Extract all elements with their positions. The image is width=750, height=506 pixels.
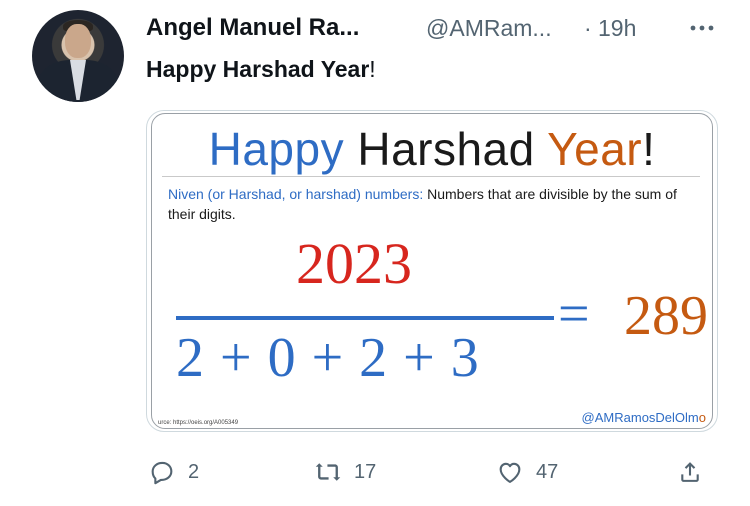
retweet-icon — [315, 463, 341, 481]
tweet-actions: 2 17 47 — [146, 452, 726, 492]
equals-sign: = — [558, 283, 590, 345]
tweet-time[interactable]: 19h — [598, 15, 636, 42]
avatar[interactable] — [32, 10, 124, 102]
slide-frame: Happy Harshad Year! Niven (or Harshad, o… — [151, 113, 713, 429]
result-value: 289 — [624, 285, 708, 347]
author-name[interactable]: Angel Manuel Ra... — [146, 14, 359, 42]
title-word-happy: Happy — [208, 123, 345, 175]
tweet-text: Happy Harshad Year! — [146, 56, 376, 83]
source-note: urce: https://oeis.org/A005349 — [158, 420, 239, 426]
title-word-harshad: Harshad — [357, 123, 535, 175]
credit-main: @AMRamosDelOlm — [581, 410, 699, 425]
tweet-header: Angel Manuel Ra... @AMRam... · 19h — [146, 10, 730, 46]
separator-dot: · — [584, 15, 592, 41]
reply-count: 2 — [188, 460, 200, 483]
share-icon — [681, 462, 699, 482]
title-divider — [162, 176, 700, 177]
retweet-count: 17 — [354, 460, 377, 483]
fraction-denominator: 2 + 0 + 2 + 3 — [176, 327, 479, 389]
credit-o: o — [698, 410, 706, 425]
reply-icon — [151, 461, 173, 485]
title-word-year: Year — [547, 123, 643, 175]
slide-title: Happy Harshad Year! — [152, 122, 712, 176]
share-button[interactable] — [676, 452, 704, 492]
heart-icon — [499, 462, 521, 483]
like-button[interactable]: 47 — [496, 452, 558, 492]
tweet-image[interactable]: Happy Harshad Year! Niven (or Harshad, o… — [146, 110, 718, 432]
fraction-numerator: 2023 — [296, 231, 412, 296]
retweet-button[interactable]: 17 — [314, 452, 376, 492]
fraction-line — [176, 316, 554, 320]
tweet-text-bold: Happy Harshad Year — [146, 56, 370, 82]
image-credit: @AMRamosDelOlmo — [582, 410, 706, 425]
definition: Niven (or Harshad, or harshad) numbers: … — [168, 184, 688, 224]
title-exclamation: ! — [642, 123, 656, 175]
definition-term: Niven (or Harshad, or harshad) numbers: — [168, 186, 424, 202]
more-options-icon[interactable] — [688, 16, 716, 40]
author-handle[interactable]: @AMRam... — [426, 15, 552, 42]
tweet-text-punct: ! — [369, 56, 376, 82]
like-count: 47 — [536, 460, 559, 483]
reply-button[interactable]: 2 — [148, 452, 199, 492]
